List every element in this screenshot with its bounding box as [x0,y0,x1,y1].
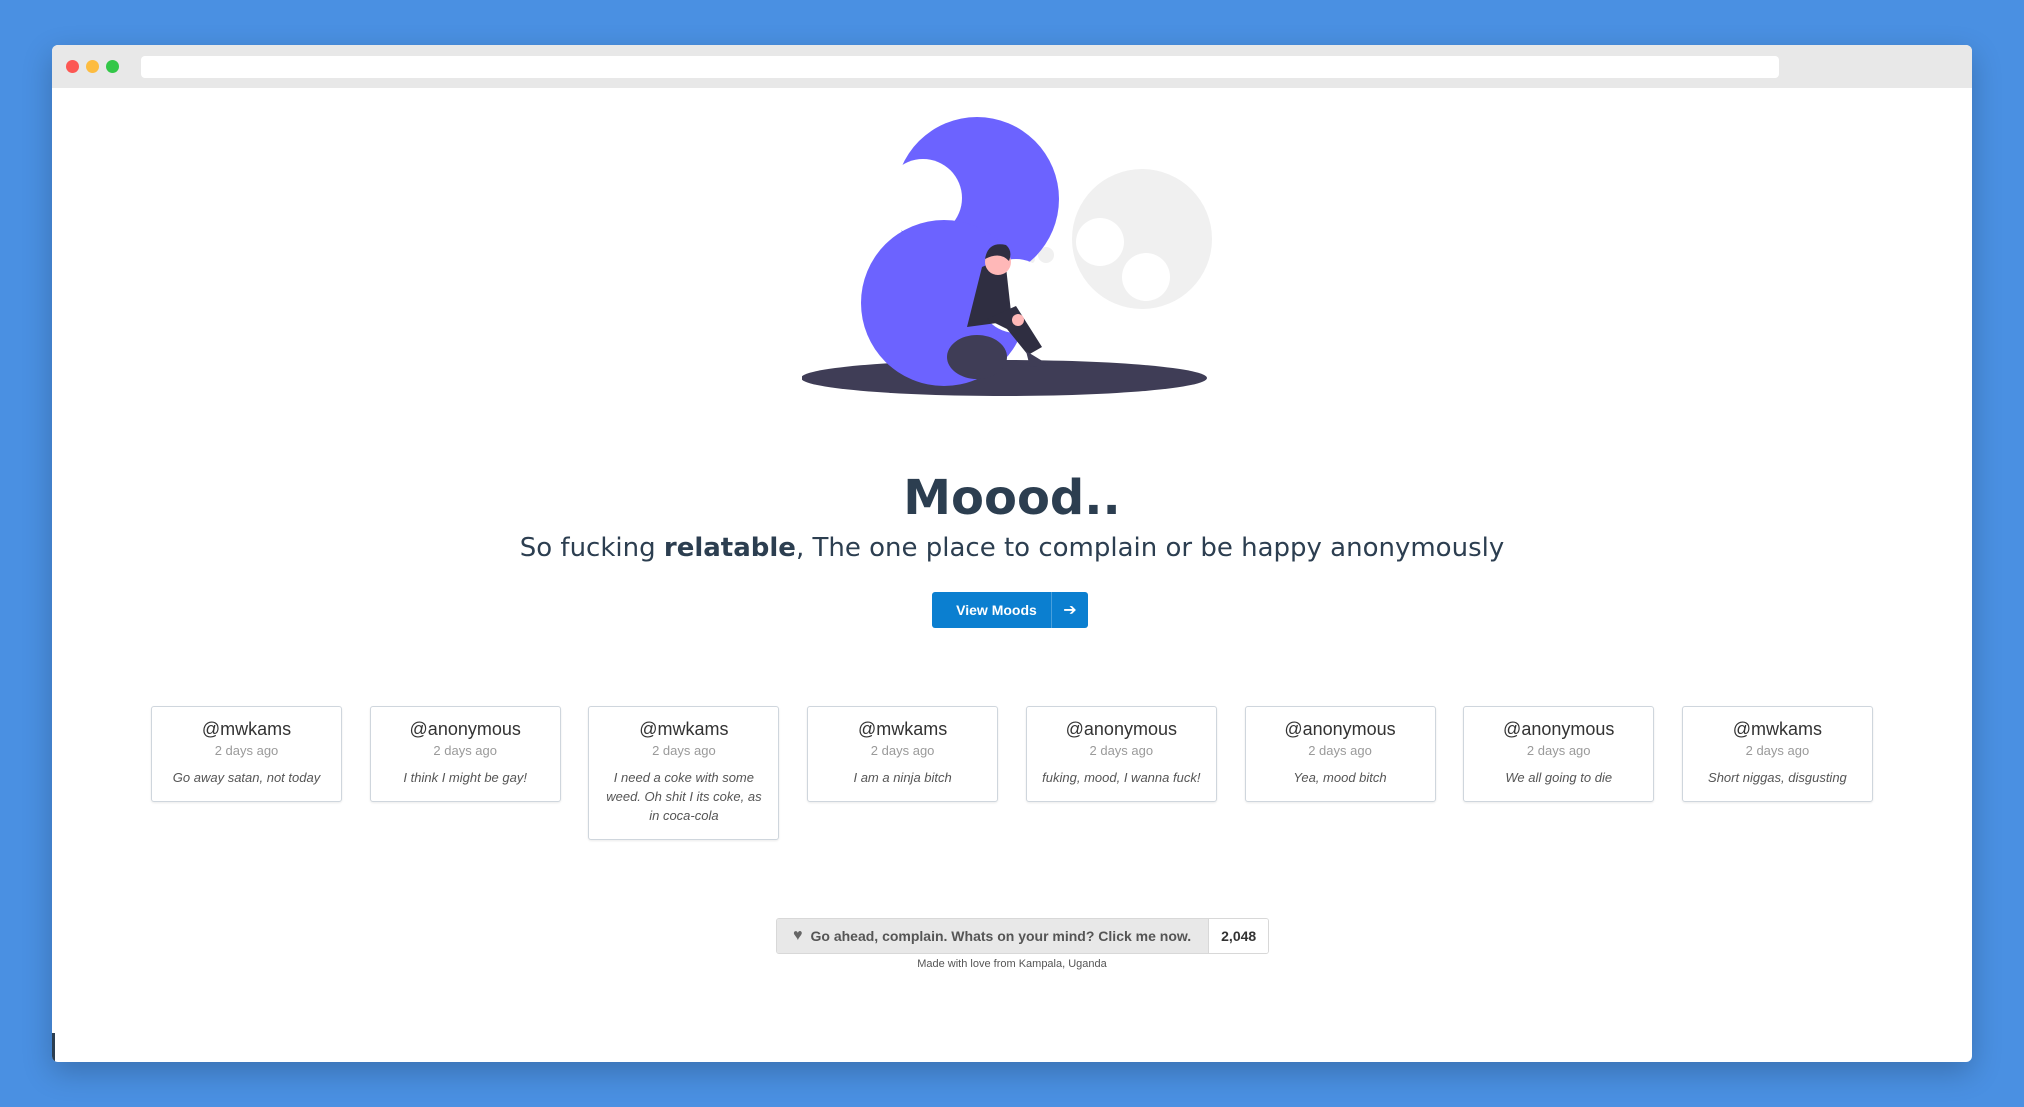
tagline-suffix: , The one place to complain or be happy … [795,533,1505,563]
complain-button[interactable]: ♥ Go ahead, complain. Whats on your mind… [777,919,1209,953]
mood-card-time: 2 days ago [1308,743,1372,758]
mood-card-user: @anonymous [1503,719,1615,739]
thought-bubble-hole-2 [1122,253,1170,301]
mood-card[interactable]: @mwkams 2 days ago I am a ninja bitch [807,706,999,802]
mood-card-time: 2 days ago [870,743,935,758]
heart-icon: ♥ [793,927,803,944]
mood-card-text: I think I might be gay! [403,770,527,785]
mood-card-time: 2 days ago [1526,743,1591,758]
mood-card-text: fuking, mood, I wanna fuck! [1042,770,1201,785]
mood-card-text: Short niggas, disgusting [1708,770,1847,785]
mood-card-list: @mwkams 2 days ago Go away satan, not to… [151,706,1873,840]
tagline-bold: relatable [663,533,796,563]
page-tagline: So fucking relatable, The one place to c… [52,533,1972,563]
person-shoe [1026,351,1049,367]
complain-label: Go ahead, complain. Whats on your mind? … [810,928,1192,944]
mood-card-time: 2 days ago [214,743,279,758]
person-hand [1012,314,1024,326]
mood-card-user: @anonymous [1065,719,1177,739]
browser-chrome [52,45,1972,88]
mood-card-user: @mwkams [1732,719,1823,739]
mood-card[interactable]: @anonymous 2 days ago Yea, mood bitch [1244,706,1436,802]
mood-card[interactable]: @mwkams 2 days ago Go away satan, not to… [151,706,342,802]
close-window-dot[interactable] [66,60,79,73]
rock-seat [947,335,1007,379]
mood-card-time: 2 days ago [433,743,497,758]
mood-card-user: @anonymous [409,719,521,739]
mood-card-user: @mwkams [639,719,729,739]
mood-card-text: Go away satan, not today [172,770,321,785]
minimize-window-dot[interactable] [86,60,99,73]
hero-illustration [801,115,1302,435]
mood-card-time: 2 days ago [1089,743,1154,758]
page-title: Moood.. [903,470,1121,526]
tagline-prefix: So fucking [519,533,664,563]
mood-card-text: We all going to die [1505,770,1613,785]
complain-count: 2,048 [1208,919,1269,953]
view-moods-label: View Moods [956,602,1037,618]
mood-card[interactable]: @anonymous 2 days ago I think I might be… [369,706,561,802]
mood-card-time: 2 days ago [652,743,716,758]
mood-card[interactable]: @anonymous 2 days ago fuking, mood, I wa… [1025,706,1217,802]
mood-card[interactable]: @mwkams 2 days ago I need a coke with so… [588,706,780,840]
complain-counter: ♥ Go ahead, complain. Whats on your mind… [776,918,1270,954]
browser-window: Moood.. So fucking relatable, The one pl… [52,45,1972,1062]
corner-mark [52,1033,55,1061]
view-moods-button[interactable]: View Moods ➔ [932,592,1088,628]
mood-card-user: @mwkams [857,719,948,739]
arrow-right-icon: ➔ [1051,592,1088,628]
mood-card-user: @anonymous [1284,719,1396,739]
mood-card-time: 2 days ago [1745,743,1810,758]
mood-card-text: Yea, mood bitch [1293,770,1387,785]
maximize-window-dot[interactable] [106,60,119,73]
mood-card-text: I need a coke with some weed. Oh shit I … [606,770,762,823]
thought-bubble-hole-1 [1076,218,1124,266]
mood-card[interactable]: @anonymous 2 days ago We all going to di… [1463,706,1655,802]
address-bar[interactable] [141,56,1779,78]
footer-text: Made with love from Kampala, Uganda [917,958,1107,970]
mood-card[interactable]: @mwkams 2 days ago Short niggas, disgust… [1681,706,1873,802]
mood-card-text: I am a ninja bitch [853,770,952,785]
mood-card-user: @mwkams [201,719,292,739]
hero-illustration-svg [801,117,1212,396]
